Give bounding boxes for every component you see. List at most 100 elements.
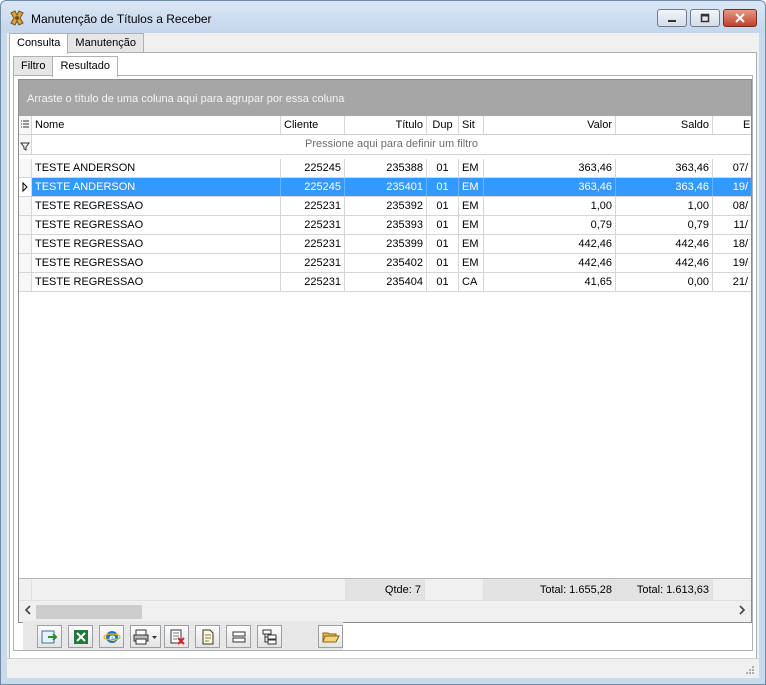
close-button[interactable] <box>723 9 757 27</box>
excel-button[interactable] <box>68 625 93 648</box>
cell-saldo[interactable]: 363,46 <box>616 159 713 177</box>
cell-titulo[interactable]: 235393 <box>345 216 427 234</box>
cell-saldo[interactable]: 0,79 <box>616 216 713 234</box>
cell-saldo[interactable]: 1,00 <box>616 197 713 215</box>
row-indicator[interactable] <box>19 197 32 215</box>
cell-dup[interactable]: 01 <box>427 216 459 234</box>
horizontal-scrollbar[interactable] <box>19 600 751 622</box>
minimize-button[interactable] <box>657 9 687 27</box>
cell-saldo[interactable]: 0,00 <box>616 273 713 291</box>
column-chooser-button[interactable] <box>19 116 32 134</box>
cell-sit[interactable]: EM <box>459 159 484 177</box>
cell-titulo[interactable]: 235399 <box>345 235 427 253</box>
cell-cliente[interactable]: 225231 <box>281 273 345 291</box>
cell-nome[interactable]: TESTE REGRESSAO <box>32 235 281 253</box>
row-indicator[interactable] <box>19 273 32 291</box>
cell-cliente[interactable]: 225231 <box>281 254 345 272</box>
table-row[interactable]: TESTE REGRESSAO 225231 235404 01 CA 41,65 0,00… <box>19 273 751 292</box>
row-indicator[interactable] <box>19 235 32 253</box>
filter-row[interactable]: Pressione aqui para definir um filtro <box>19 135 751 155</box>
cell-sit[interactable]: EM <box>459 254 484 272</box>
collapse-button[interactable] <box>226 625 251 648</box>
cell-em[interactable]: 19/ <box>713 178 751 196</box>
header-em[interactable]: Em <box>713 116 751 134</box>
cell-nome[interactable]: TESTE ANDERSON <box>32 159 281 177</box>
cell-em[interactable]: 08/ <box>713 197 751 215</box>
cell-em[interactable]: 18/ <box>713 235 751 253</box>
header-titulo[interactable]: Título <box>345 116 427 134</box>
cell-nome[interactable]: TESTE REGRESSAO <box>32 273 281 291</box>
tab-filtro[interactable]: Filtro <box>13 56 54 76</box>
cell-valor[interactable]: 442,46 <box>484 235 616 253</box>
export-button[interactable] <box>37 625 62 648</box>
cell-nome[interactable]: TESTE REGRESSAO <box>32 216 281 234</box>
row-indicator[interactable] <box>19 254 32 272</box>
header-sit[interactable]: Sit <box>459 116 484 134</box>
cell-sit[interactable]: EM <box>459 178 484 196</box>
document-button[interactable] <box>195 625 220 648</box>
cell-em[interactable]: 11/ <box>713 216 751 234</box>
tree-button[interactable] <box>257 625 282 648</box>
table-row[interactable]: TESTE ANDERSON 225245 235388 01 EM 363,46 363,… <box>19 159 751 178</box>
cell-titulo[interactable]: 235401 <box>345 178 427 196</box>
open-folder-button[interactable] <box>318 625 343 648</box>
title-bar[interactable]: Manutenção de Títulos a Receber <box>1 1 765 33</box>
header-nome[interactable]: Nome <box>32 116 281 134</box>
delete-document-button[interactable] <box>164 625 189 648</box>
cell-em[interactable]: 21/ <box>713 273 751 291</box>
cell-titulo[interactable]: 235404 <box>345 273 427 291</box>
cell-em[interactable]: 07/ <box>713 159 751 177</box>
row-indicator[interactable] <box>19 159 32 177</box>
group-by-panel[interactable]: Arraste o título de uma coluna aqui para… <box>19 80 751 116</box>
cell-dup[interactable]: 01 <box>427 159 459 177</box>
cell-valor[interactable]: 363,46 <box>484 178 616 196</box>
cell-valor[interactable]: 0,79 <box>484 216 616 234</box>
browser-button[interactable]: e <box>99 625 124 648</box>
print-button[interactable] <box>130 625 161 648</box>
resize-grip-icon[interactable] <box>745 665 755 675</box>
scroll-left-button[interactable] <box>21 605 35 619</box>
cell-dup[interactable]: 01 <box>427 197 459 215</box>
tab-resultado[interactable]: Resultado <box>52 56 118 77</box>
cell-cliente[interactable]: 225245 <box>281 159 345 177</box>
header-valor[interactable]: Valor <box>484 116 616 134</box>
header-cliente[interactable]: Cliente <box>281 116 345 134</box>
scroll-right-button[interactable] <box>735 605 749 619</box>
cell-saldo[interactable]: 363,46 <box>616 178 713 196</box>
cell-nome[interactable]: TESTE REGRESSAO <box>32 254 281 272</box>
header-saldo[interactable]: Saldo <box>616 116 713 134</box>
table-row[interactable]: TESTE REGRESSAO 225231 235393 01 EM 0,79 0,79 1… <box>19 216 751 235</box>
tab-manutencao[interactable]: Manutenção <box>67 33 144 53</box>
table-row[interactable]: TESTE REGRESSAO 225231 235392 01 EM 1,00 1,00 0… <box>19 197 751 216</box>
cell-sit[interactable]: EM <box>459 197 484 215</box>
cell-titulo[interactable]: 235402 <box>345 254 427 272</box>
cell-cliente[interactable]: 225231 <box>281 197 345 215</box>
table-row[interactable]: TESTE REGRESSAO 225231 235402 01 EM 442,46 442… <box>19 254 751 273</box>
cell-dup[interactable]: 01 <box>427 178 459 196</box>
cell-dup[interactable]: 01 <box>427 254 459 272</box>
scroll-thumb[interactable] <box>36 605 142 619</box>
cell-titulo[interactable]: 235388 <box>345 159 427 177</box>
table-row[interactable]: TESTE REGRESSAO 225231 235399 01 EM 442,46 442… <box>19 235 751 254</box>
row-indicator[interactable] <box>19 178 32 196</box>
results-grid[interactable]: Arraste o título de uma coluna aqui para… <box>18 79 752 623</box>
tab-consulta[interactable]: Consulta <box>9 33 69 54</box>
cell-titulo[interactable]: 235392 <box>345 197 427 215</box>
cell-dup[interactable]: 01 <box>427 235 459 253</box>
cell-sit[interactable]: EM <box>459 235 484 253</box>
cell-valor[interactable]: 442,46 <box>484 254 616 272</box>
cell-cliente[interactable]: 225245 <box>281 178 345 196</box>
cell-nome[interactable]: TESTE REGRESSAO <box>32 197 281 215</box>
cell-valor[interactable]: 363,46 <box>484 159 616 177</box>
header-dup[interactable]: Dup <box>427 116 459 134</box>
table-row[interactable]: TESTE ANDERSON 225245 235401 01 EM 363,46 363,… <box>19 178 751 197</box>
cell-saldo[interactable]: 442,46 <box>616 235 713 253</box>
row-indicator[interactable] <box>19 216 32 234</box>
cell-em[interactable]: 19/ <box>713 254 751 272</box>
cell-dup[interactable]: 01 <box>427 273 459 291</box>
cell-valor[interactable]: 41,65 <box>484 273 616 291</box>
cell-nome[interactable]: TESTE ANDERSON <box>32 178 281 196</box>
cell-saldo[interactable]: 442,46 <box>616 254 713 272</box>
cell-cliente[interactable]: 225231 <box>281 235 345 253</box>
cell-sit[interactable]: CA <box>459 273 484 291</box>
